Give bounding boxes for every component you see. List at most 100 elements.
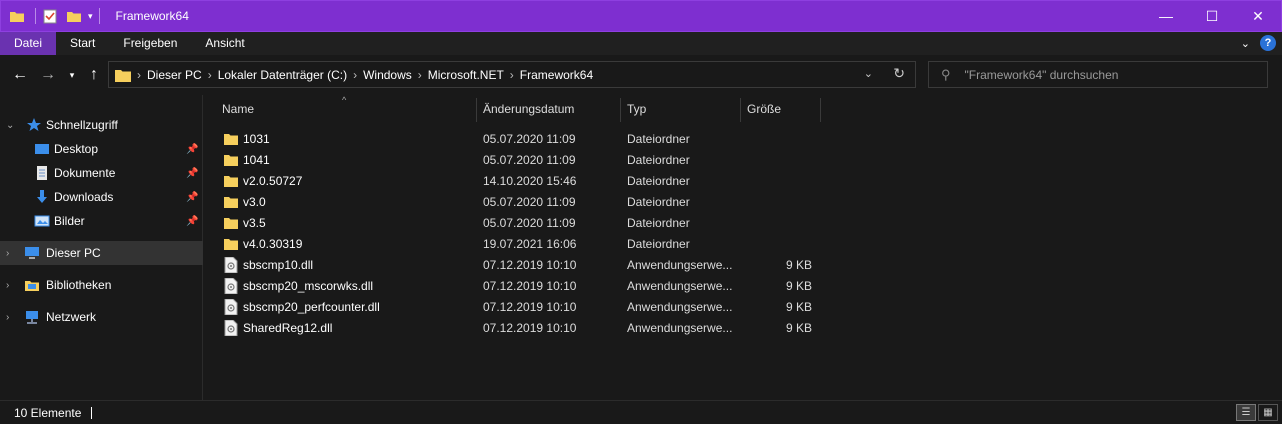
dll-file-icon (224, 256, 238, 273)
folder-icon (224, 236, 238, 252)
table-row[interactable]: v3.5 05.07.2020 11:09 Dateiordner (204, 212, 1282, 233)
arrow-up-icon: ↑ (90, 66, 98, 83)
table-row[interactable]: v2.0.50727 14.10.2020 15:46 Dateiordner (204, 170, 1282, 191)
tab-ansicht[interactable]: Ansicht (191, 32, 258, 55)
pin-icon: 📌 (186, 191, 199, 203)
table-row[interactable]: sbscmp20_mscorwks.dll 07.12.2019 10:10 Anw… (204, 275, 1282, 296)
folder-icon (224, 194, 238, 210)
large-icons-view-button[interactable]: ▦ (1258, 404, 1278, 421)
library-icon (25, 281, 39, 291)
breadcrumb-dieser-pc[interactable]: Dieser PC (141, 68, 208, 82)
table-row[interactable]: v3.0 05.07.2020 11:09 Dateiordner (204, 191, 1282, 212)
column-divider[interactable] (820, 98, 821, 122)
search-icon: ⚲ (941, 66, 951, 82)
chevron-down-icon[interactable]: ⌄ (6, 120, 14, 131)
nav-item-netzwerk[interactable]: › Netzwerk (0, 305, 203, 329)
pin-icon: 📌 (186, 143, 199, 155)
folder-icon (224, 131, 238, 147)
file-type: Anwendungserwe... (627, 299, 733, 314)
nav-item-dokumente[interactable]: Dokumente 📌 (0, 161, 203, 185)
tab-freigeben[interactable]: Freigeben (109, 32, 191, 55)
tab-datei[interactable]: Datei (0, 32, 57, 55)
file-date: 07.12.2019 10:10 (483, 257, 577, 272)
status-bar: 10 Elemente ☰ ▦ (0, 400, 1282, 424)
column-header-size[interactable]: Größe (747, 95, 781, 123)
pin-icon: 📌 (186, 215, 199, 227)
pictures-icon (34, 215, 50, 227)
nav-item-dieser-pc[interactable]: › Dieser PC (0, 241, 203, 265)
nav-item-label: Netzwerk (46, 310, 97, 324)
table-row[interactable]: SharedReg12.dll 07.12.2019 10:10 Anwendung… (204, 317, 1282, 338)
nav-item-bilder[interactable]: Bilder 📌 (0, 209, 203, 233)
nav-item-label: Desktop (54, 142, 99, 156)
column-header-name[interactable]: Name (222, 95, 254, 123)
details-view-icon: ☰ (1241, 407, 1251, 418)
nav-item-label: Dokumente (54, 166, 116, 180)
address-history-icon[interactable]: ⌄ (864, 67, 873, 80)
back-button[interactable]: ← (8, 63, 32, 87)
star-icon (27, 118, 41, 131)
table-row[interactable]: sbscmp10.dll 07.12.2019 10:10 Anwendungser… (204, 254, 1282, 275)
help-icon[interactable]: ? (1260, 35, 1276, 51)
forward-button[interactable]: → (36, 63, 60, 87)
file-type: Anwendungserwe... (627, 278, 733, 293)
file-type: Dateiordner (627, 236, 690, 251)
search-input[interactable] (964, 67, 1255, 82)
expand-ribbon-icon[interactable]: ⌄ (1241, 37, 1250, 50)
file-name: sbscmp10.dll (243, 257, 314, 272)
recent-locations-button[interactable]: ▾ (62, 63, 82, 87)
file-type: Dateiordner (627, 194, 690, 209)
file-name: v2.0.50727 (243, 173, 303, 188)
breadcrumb-microsoft-net[interactable]: Microsoft.NET (422, 68, 510, 82)
nav-item-desktop[interactable]: Desktop 📌 (0, 137, 203, 161)
arrow-left-icon: ← (12, 66, 28, 83)
chevron-right-icon[interactable]: › (6, 312, 9, 323)
file-type: Dateiordner (627, 152, 690, 167)
column-divider[interactable] (476, 98, 477, 122)
column-header-type[interactable]: Typ (627, 95, 646, 123)
tab-start[interactable]: Start (56, 32, 109, 55)
ribbon-tabs: Datei Start Freigeben Ansicht ⌄ ? (0, 32, 1282, 55)
file-name: v3.0 (243, 194, 266, 209)
chevron-right-icon[interactable]: › (6, 280, 9, 291)
table-row[interactable]: v4.0.30319 19.07.2021 16:06 Dateiordner (204, 233, 1282, 254)
nav-item-bibliotheken[interactable]: › Bibliotheken (0, 273, 203, 297)
table-row[interactable]: sbscmp20_perfcounter.dll 07.12.2019 10:10… (204, 296, 1282, 317)
minimize-button[interactable]: — (1143, 1, 1189, 31)
properties-icon[interactable] (42, 8, 58, 24)
file-size: 9 KB (785, 257, 812, 272)
up-button[interactable]: ↑ (82, 63, 106, 87)
table-row[interactable]: 1041 05.07.2020 11:09 Dateiordner (204, 149, 1282, 170)
column-divider[interactable] (740, 98, 741, 122)
chevron-right-icon[interactable]: › (6, 248, 9, 259)
dll-file-icon (224, 319, 238, 336)
file-name: 1031 (243, 131, 270, 146)
file-date: 07.12.2019 10:10 (483, 320, 577, 335)
toolbar-divider (98, 8, 100, 24)
nav-item-label: Dieser PC (46, 246, 101, 260)
file-date: 14.10.2020 15:46 (483, 173, 577, 188)
toolbar-divider (35, 8, 36, 24)
file-date: 05.07.2020 11:09 (483, 194, 576, 209)
refresh-icon[interactable]: ↻ (893, 65, 905, 82)
close-button[interactable]: ✕ (1235, 1, 1281, 31)
column-header-date[interactable]: Änderungsdatum (483, 95, 574, 123)
breadcrumb-lokaler-datentraeger[interactable]: Lokaler Datenträger (C:) (212, 68, 353, 82)
file-date: 07.12.2019 10:10 (483, 278, 577, 293)
new-folder-icon[interactable] (66, 8, 82, 24)
nav-item-schnellzugriff[interactable]: ⌄ Schnellzugriff (0, 113, 203, 137)
customize-toolbar-icon[interactable]: ▾ (88, 11, 93, 22)
pin-icon: 📌 (186, 167, 199, 179)
address-bar[interactable]: › Dieser PC › Lokaler Datenträger (C:) ›… (108, 61, 916, 88)
chevron-down-icon: ▾ (69, 69, 75, 80)
breadcrumb-windows[interactable]: Windows (357, 68, 418, 82)
search-box[interactable]: ⚲ (928, 61, 1268, 88)
maximize-button[interactable]: ☐ (1189, 1, 1235, 31)
breadcrumb-framework64[interactable]: Framework64 (514, 68, 599, 82)
table-row[interactable]: 1031 05.07.2020 11:09 Dateiordner (204, 128, 1282, 149)
folder-icon (115, 69, 131, 82)
details-view-button[interactable]: ☰ (1236, 404, 1256, 421)
column-divider[interactable] (620, 98, 621, 122)
nav-item-downloads[interactable]: Downloads 📌 (0, 185, 203, 209)
nav-item-label: Schnellzugriff (46, 118, 118, 132)
